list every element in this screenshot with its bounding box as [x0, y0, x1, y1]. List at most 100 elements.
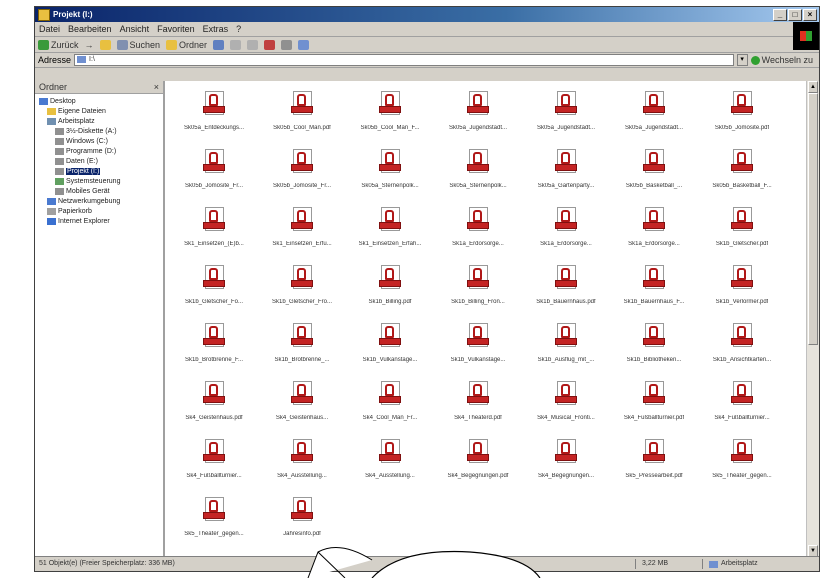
pdf-file-icon — [379, 323, 401, 351]
file-item[interactable]: Sk1b_Vulkanstage... — [347, 321, 433, 379]
scroll-thumb[interactable] — [808, 93, 818, 345]
file-item[interactable]: Sk05b_Jomosite_Fr... — [171, 147, 257, 205]
file-item[interactable]: Sk1b_Brotbrenne_... — [259, 321, 345, 379]
tree-node[interactable]: Papierkorb — [35, 206, 163, 216]
pdf-file-icon — [731, 265, 753, 293]
file-item[interactable]: Sk05a_Gartenparty... — [523, 147, 609, 205]
file-item[interactable]: Sk4_Fußballturnier.pdf — [611, 379, 697, 437]
tree-node[interactable]: Systemsteuerung — [35, 176, 163, 186]
file-item[interactable]: Sk1a_Erdorsorge... — [523, 205, 609, 263]
file-item[interactable]: Sk1b_Ausflug_mit_... — [523, 321, 609, 379]
back-button[interactable]: Zurück — [38, 39, 79, 50]
file-item[interactable]: Sk4_Ausstellung... — [259, 437, 345, 495]
tree-node[interactable]: Eigene Dateien — [35, 106, 163, 116]
tree-node[interactable]: Programme (D:) — [35, 146, 163, 156]
menu-favorites[interactable]: Favoriten — [157, 24, 195, 34]
file-item[interactable]: Sk1b_Brotbrenne_F... — [171, 321, 257, 379]
file-item[interactable]: Sk1b_Vulkanstage... — [435, 321, 521, 379]
file-item[interactable]: Sk1b_Gletscher.pdf — [699, 205, 785, 263]
file-name: Sk4_Theaterd.pdf — [454, 415, 502, 421]
undo-button[interactable] — [281, 39, 293, 50]
search-button[interactable]: Suchen — [116, 39, 160, 50]
file-item[interactable]: Sk1b_Bauernhaus_F... — [611, 263, 697, 321]
file-item[interactable]: Sk1_Einsetzen_(E)b... — [171, 205, 257, 263]
folder-pane-close-button[interactable]: × — [154, 82, 159, 92]
file-item[interactable]: Sk1_Einsetzen_Erfah... — [347, 205, 433, 263]
tree-node[interactable]: Internet Explorer — [35, 216, 163, 226]
file-item[interactable]: Sk4_Fußballturnier... — [171, 437, 257, 495]
file-item[interactable]: Sk1b_Verlormer.pdf — [699, 263, 785, 321]
pdf-file-icon — [203, 381, 225, 409]
file-name: Sk05a_Sternenpolk... — [449, 183, 507, 189]
scroll-up-button[interactable]: ▲ — [808, 81, 818, 93]
file-item[interactable]: Sk4_Musical_Fronti... — [523, 379, 609, 437]
file-item[interactable]: Sk4_Ausstellung... — [347, 437, 433, 495]
maximize-button[interactable]: □ — [788, 8, 802, 21]
address-dropdown-button[interactable]: ▾ — [736, 54, 748, 66]
tree-node[interactable]: Netzwerkumgebung — [35, 196, 163, 206]
tree-node[interactable]: Windows (C:) — [35, 136, 163, 146]
minimize-button[interactable]: _ — [773, 8, 787, 21]
file-item[interactable]: Sk4_Geistenhaus... — [259, 379, 345, 437]
tree-node[interactable]: Mobiles Gerät — [35, 186, 163, 196]
file-name: Sk4_Geistenhaus.pdf — [185, 415, 243, 421]
forward-button[interactable]: → — [85, 40, 94, 50]
file-item[interactable]: Sk4_Begegnungen.pdf — [435, 437, 521, 495]
folders-button[interactable]: Ordner — [166, 39, 207, 50]
address-input[interactable]: I:\ — [74, 54, 734, 66]
file-item[interactable]: Sk05b_Cool_Man_F... — [347, 89, 433, 147]
tree-node[interactable]: Daten (E:) — [35, 156, 163, 166]
file-item[interactable]: Sk05a_Sternenpolk... — [435, 147, 521, 205]
file-item[interactable]: Sk05b_Jomosite.pdf — [699, 89, 785, 147]
tree-node[interactable]: 3½-Diskette (A:) — [35, 126, 163, 136]
history-button[interactable] — [213, 39, 225, 50]
file-item[interactable]: Sk1b_Billing.pdf — [347, 263, 433, 321]
file-item[interactable]: Sk05a_Entdeckungs... — [171, 89, 257, 147]
file-item[interactable]: Sk05a_Jugendstadt... — [435, 89, 521, 147]
views-button[interactable] — [298, 39, 310, 50]
file-item[interactable]: Sk4_Begegnungen... — [523, 437, 609, 495]
menu-tools[interactable]: Extras — [203, 24, 229, 34]
close-button[interactable]: × — [803, 8, 817, 21]
go-button[interactable]: Wechseln zu — [750, 55, 819, 65]
title-bar[interactable]: Projekt (I:) _ □ × — [35, 7, 819, 22]
tree-node[interactable]: Arbeitsplatz — [35, 116, 163, 126]
file-item[interactable]: Sk05b_Basketball_... — [611, 147, 697, 205]
tree-node[interactable]: Desktop — [35, 96, 163, 106]
move-to-button[interactable] — [230, 39, 242, 50]
file-item[interactable]: Sk5_Theater_gegen... — [699, 437, 785, 495]
tree-node[interactable]: Projekt (I:) — [35, 166, 163, 176]
file-item[interactable]: Sk05a_Jugendstadt... — [611, 89, 697, 147]
file-item[interactable]: Sk4_Theaterd.pdf — [435, 379, 521, 437]
file-item[interactable]: Sk1b_Gletscher_Fro... — [259, 263, 345, 321]
file-item[interactable]: Sk1a_Erdorsorge... — [611, 205, 697, 263]
file-item[interactable]: Sk4_Geistenhaus.pdf — [171, 379, 257, 437]
file-item[interactable]: Sk4_Fußballturnier... — [699, 379, 785, 437]
file-item[interactable]: Sk05a_Sternenpolk... — [347, 147, 433, 205]
file-item[interactable]: Sk1a_Erdorsorge... — [435, 205, 521, 263]
up-button[interactable] — [99, 39, 111, 50]
menu-file[interactable]: Datei — [39, 24, 60, 34]
file-item[interactable]: Sk05b_Cool_Man.pdf — [259, 89, 345, 147]
file-item[interactable]: Sk1b_Bauernhaus.pdf — [523, 263, 609, 321]
file-item[interactable]: Sk05a_Jugendstadt... — [523, 89, 609, 147]
file-item[interactable]: Sk05b_Basketball_F... — [699, 147, 785, 205]
tree-node-label: Systemsteuerung — [66, 177, 121, 185]
file-item[interactable]: Sk1_Einsetzen_Erfu... — [259, 205, 345, 263]
file-item[interactable]: Sk1b_Ansichtkarten... — [699, 321, 785, 379]
copy-to-button[interactable] — [247, 39, 259, 50]
menu-view[interactable]: Ansicht — [120, 24, 150, 34]
file-item[interactable]: Sk5_Pressearbeit.pdf — [611, 437, 697, 495]
menu-edit[interactable]: Bearbeiten — [68, 24, 112, 34]
menu-help[interactable]: ? — [236, 24, 241, 34]
file-item[interactable]: Sk4_Cool_Man_Fr... — [347, 379, 433, 437]
file-item[interactable]: Sk05b_Jomosite_Fr... — [259, 147, 345, 205]
file-name: Sk1b_Gletscher_Fo... — [184, 299, 244, 305]
vertical-scrollbar[interactable]: ▲ ▼ — [806, 81, 819, 557]
file-item[interactable]: Sk5_Theater_gegen... — [171, 495, 257, 553]
file-item[interactable]: Sk1b_Gletscher_Fo... — [171, 263, 257, 321]
file-item[interactable]: Sk1b_Bibliotheken... — [611, 321, 697, 379]
delete-button[interactable] — [264, 39, 276, 50]
file-item[interactable]: Jahresinfo.pdf — [259, 495, 345, 553]
file-item[interactable]: Sk1b_Billing_Fron... — [435, 263, 521, 321]
